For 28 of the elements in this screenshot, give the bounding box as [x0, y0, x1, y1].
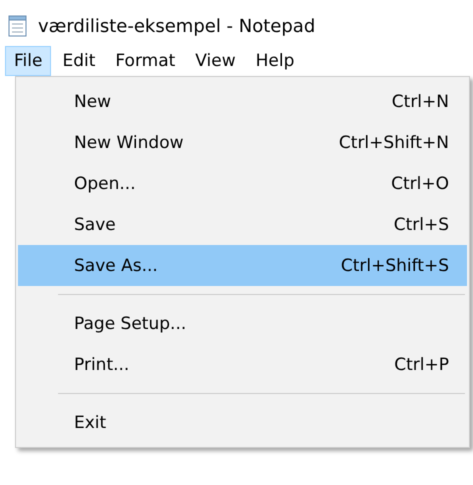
menu-entry[interactable]: Page Setup... [18, 303, 467, 344]
menu-item[interactable]: Help [246, 46, 304, 76]
entry-label: Print... [74, 354, 130, 374]
menu-item[interactable]: View [186, 46, 245, 76]
entry-label: Page Setup... [74, 314, 186, 334]
shortcut-text: Ctrl+Shift+N [338, 132, 449, 152]
menu-entry[interactable]: Save As... Ctrl+Shift+S [18, 245, 467, 286]
shortcut-text: Ctrl+P [394, 354, 449, 374]
shortcut-text: Ctrl+O [391, 174, 449, 194]
entry-label: Save As... [74, 256, 158, 276]
menu-entry[interactable]: New Ctrl+N [18, 81, 467, 122]
menu-item[interactable]: File [5, 46, 52, 76]
shortcut-text: Ctrl+Shift+S [340, 256, 449, 276]
menu-entry[interactable]: Save Ctrl+S [18, 204, 467, 245]
entry-label: Save [74, 214, 116, 234]
menu-entry[interactable]: New Window Ctrl+Shift+N [18, 122, 467, 163]
window-title: værdiliste-eksempel - Notepad [38, 16, 316, 36]
entry-label: New Window [74, 132, 184, 152]
shortcut-text: Ctrl+S [394, 214, 449, 234]
entry-label: New [74, 92, 112, 112]
entry-label: Open... [74, 174, 136, 194]
entry-label: Exit [74, 412, 106, 432]
menu-entry[interactable]: Open... Ctrl+O [18, 163, 467, 204]
menu-item[interactable]: Edit [53, 46, 104, 76]
shortcut-text: Ctrl+N [392, 92, 449, 112]
menu-entry[interactable]: Print... Ctrl+P [18, 344, 467, 385]
menu-entry[interactable]: Exit [18, 402, 467, 443]
menu-item[interactable]: Format [106, 46, 184, 76]
